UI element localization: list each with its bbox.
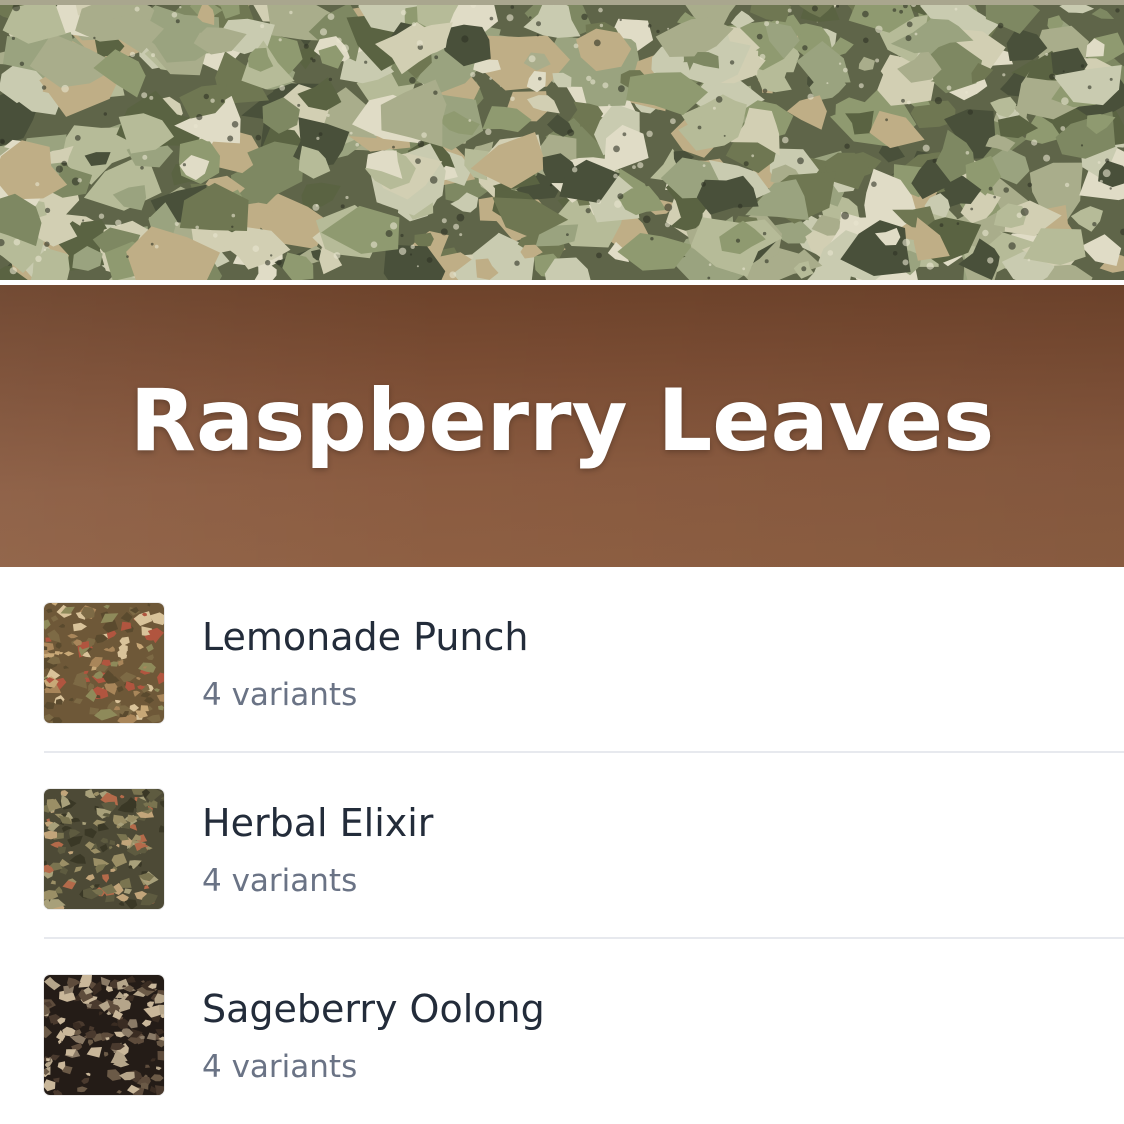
dried-leaves-image [0, 0, 1124, 280]
list-item[interactable]: Lemonade Punch 4 variants [0, 567, 1124, 753]
variant-count: 4 variants [202, 863, 358, 899]
variant-count: 4 variants [202, 677, 358, 713]
variant-count: 4 variants [202, 1049, 358, 1085]
tea-blend-image [44, 975, 164, 1095]
hero-top-edge [0, 0, 1124, 5]
product-thumbnail [44, 789, 164, 909]
title-banner: Raspberry Leaves [0, 285, 1124, 567]
product-thumbnail [44, 603, 164, 723]
collection-page: Raspberry Leaves Lemonade Punch 4 varian… [0, 0, 1124, 1124]
list-item[interactable]: Herbal Elixir 4 variants [0, 753, 1124, 939]
list-item[interactable]: Sageberry Oolong 4 variants [0, 939, 1124, 1124]
product-name: Lemonade Punch [202, 615, 529, 659]
product-list: Lemonade Punch 4 variants Herbal Elixir … [0, 567, 1124, 1124]
hero-image [0, 0, 1124, 280]
tea-blend-image [44, 789, 164, 909]
product-name: Herbal Elixir [202, 801, 434, 845]
tea-blend-image [44, 603, 164, 723]
product-thumbnail [44, 975, 164, 1095]
page-title: Raspberry Leaves [129, 371, 995, 471]
product-name: Sageberry Oolong [202, 987, 545, 1031]
